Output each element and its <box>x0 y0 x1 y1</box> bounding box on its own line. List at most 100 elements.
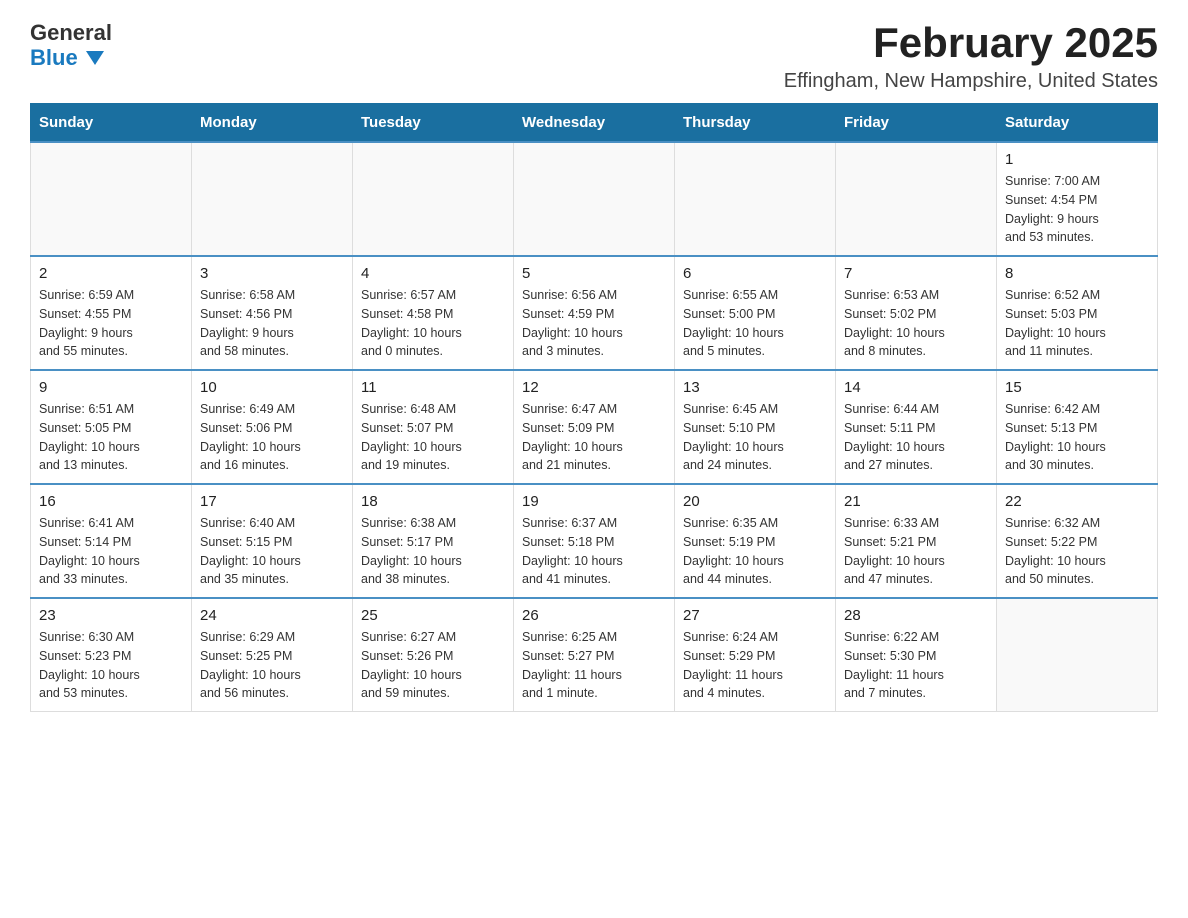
day-number: 25 <box>361 607 505 624</box>
month-title: February 2025 <box>784 20 1158 66</box>
calendar-day-cell <box>836 142 997 256</box>
calendar-week-row: 1 Sunrise: 7:00 AM Sunset: 4:54 PM Daylig… <box>31 142 1158 256</box>
day-info: Sunrise: 6:57 AM Sunset: 4:58 PM Dayligh… <box>361 286 505 361</box>
calendar-week-row: 23 Sunrise: 6:30 AM Sunset: 5:23 PM Dayli… <box>31 598 1158 712</box>
calendar-day-cell: 4 Sunrise: 6:57 AM Sunset: 4:58 PM Daylig… <box>353 256 514 370</box>
calendar-day-cell: 11 Sunrise: 6:48 AM Sunset: 5:07 PM Dayli… <box>353 370 514 484</box>
calendar-day-cell: 17Sunrise: 6:40 AM Sunset: 5:15 PM Dayli… <box>192 484 353 598</box>
calendar-day-cell: 8 Sunrise: 6:52 AM Sunset: 5:03 PM Daylig… <box>997 256 1158 370</box>
day-info: Sunrise: 6:53 AM Sunset: 5:02 PM Dayligh… <box>844 286 988 361</box>
day-info: Sunrise: 6:35 AM Sunset: 5:19 PM Dayligh… <box>683 514 827 589</box>
calendar-week-row: 2 Sunrise: 6:59 AM Sunset: 4:55 PM Daylig… <box>31 256 1158 370</box>
calendar-day-cell <box>675 142 836 256</box>
calendar-day-cell <box>353 142 514 256</box>
day-number: 3 <box>200 265 344 282</box>
logo: General Blue <box>30 20 112 71</box>
day-number: 4 <box>361 265 505 282</box>
day-of-week-header: Monday <box>192 104 353 143</box>
day-info: Sunrise: 6:49 AM Sunset: 5:06 PM Dayligh… <box>200 400 344 475</box>
day-info: Sunrise: 6:37 AM Sunset: 5:18 PM Dayligh… <box>522 514 666 589</box>
logo-blue: Blue <box>30 45 112 70</box>
day-info: Sunrise: 6:29 AM Sunset: 5:25 PM Dayligh… <box>200 628 344 703</box>
day-info: Sunrise: 6:47 AM Sunset: 5:09 PM Dayligh… <box>522 400 666 475</box>
day-info: Sunrise: 6:27 AM Sunset: 5:26 PM Dayligh… <box>361 628 505 703</box>
day-number: 7 <box>844 265 988 282</box>
day-number: 28 <box>844 607 988 624</box>
calendar-day-cell: 13 Sunrise: 6:45 AM Sunset: 5:10 PM Dayli… <box>675 370 836 484</box>
day-info: Sunrise: 6:42 AM Sunset: 5:13 PM Dayligh… <box>1005 400 1149 475</box>
day-number: 16 <box>39 493 183 510</box>
title-section: February 2025 Effingham, New Hampshire, … <box>784 20 1158 93</box>
day-info: Sunrise: 6:48 AM Sunset: 5:07 PM Dayligh… <box>361 400 505 475</box>
calendar-day-cell <box>997 598 1158 712</box>
day-number: 9 <box>39 379 183 396</box>
calendar-day-cell: 28 Sunrise: 6:22 AM Sunset: 5:30 PM Dayli… <box>836 598 997 712</box>
calendar-day-cell: 14 Sunrise: 6:44 AM Sunset: 5:11 PM Dayli… <box>836 370 997 484</box>
day-number: 12 <box>522 379 666 396</box>
day-number: 14 <box>844 379 988 396</box>
day-of-week-header: Thursday <box>675 104 836 143</box>
calendar-day-cell: 26Sunrise: 6:25 AM Sunset: 5:27 PM Dayli… <box>514 598 675 712</box>
day-number: 13 <box>683 379 827 396</box>
day-number: 18 <box>361 493 505 510</box>
day-number: 8 <box>1005 265 1149 282</box>
day-info: Sunrise: 6:59 AM Sunset: 4:55 PM Dayligh… <box>39 286 183 361</box>
calendar-day-cell: 2 Sunrise: 6:59 AM Sunset: 4:55 PM Daylig… <box>31 256 192 370</box>
calendar-day-cell: 18 Sunrise: 6:38 AM Sunset: 5:17 PM Dayli… <box>353 484 514 598</box>
day-info: Sunrise: 7:00 AM Sunset: 4:54 PM Dayligh… <box>1005 172 1149 247</box>
calendar-day-cell: 6Sunrise: 6:55 AM Sunset: 5:00 PM Daylig… <box>675 256 836 370</box>
day-number: 24 <box>200 607 344 624</box>
logo-general: General <box>30 20 112 45</box>
calendar-day-cell: 1 Sunrise: 7:00 AM Sunset: 4:54 PM Daylig… <box>997 142 1158 256</box>
day-info: Sunrise: 6:41 AM Sunset: 5:14 PM Dayligh… <box>39 514 183 589</box>
day-info: Sunrise: 6:51 AM Sunset: 5:05 PM Dayligh… <box>39 400 183 475</box>
calendar-day-cell: 5 Sunrise: 6:56 AM Sunset: 4:59 PM Daylig… <box>514 256 675 370</box>
day-info: Sunrise: 6:25 AM Sunset: 5:27 PM Dayligh… <box>522 628 666 703</box>
calendar-day-cell: 21Sunrise: 6:33 AM Sunset: 5:21 PM Dayli… <box>836 484 997 598</box>
calendar-day-cell <box>31 142 192 256</box>
day-info: Sunrise: 6:45 AM Sunset: 5:10 PM Dayligh… <box>683 400 827 475</box>
day-info: Sunrise: 6:44 AM Sunset: 5:11 PM Dayligh… <box>844 400 988 475</box>
calendar-day-cell: 23 Sunrise: 6:30 AM Sunset: 5:23 PM Dayli… <box>31 598 192 712</box>
day-info: Sunrise: 6:32 AM Sunset: 5:22 PM Dayligh… <box>1005 514 1149 589</box>
calendar-day-cell: 12 Sunrise: 6:47 AM Sunset: 5:09 PM Dayli… <box>514 370 675 484</box>
day-number: 19 <box>522 493 666 510</box>
day-info: Sunrise: 6:30 AM Sunset: 5:23 PM Dayligh… <box>39 628 183 703</box>
day-number: 1 <box>1005 151 1149 168</box>
day-number: 10 <box>200 379 344 396</box>
calendar-week-row: 16 Sunrise: 6:41 AM Sunset: 5:14 PM Dayli… <box>31 484 1158 598</box>
calendar-day-cell: 3 Sunrise: 6:58 AM Sunset: 4:56 PM Daylig… <box>192 256 353 370</box>
calendar-day-cell: 9 Sunrise: 6:51 AM Sunset: 5:05 PM Daylig… <box>31 370 192 484</box>
location: Effingham, New Hampshire, United States <box>784 70 1158 93</box>
calendar-table: SundayMondayTuesdayWednesdayThursdayFrid… <box>30 103 1158 712</box>
day-of-week-header: Sunday <box>31 104 192 143</box>
calendar-day-cell: 24 Sunrise: 6:29 AM Sunset: 5:25 PM Dayli… <box>192 598 353 712</box>
calendar-day-cell: 19 Sunrise: 6:37 AM Sunset: 5:18 PM Dayli… <box>514 484 675 598</box>
day-number: 23 <box>39 607 183 624</box>
calendar-day-cell <box>514 142 675 256</box>
day-info: Sunrise: 6:52 AM Sunset: 5:03 PM Dayligh… <box>1005 286 1149 361</box>
day-info: Sunrise: 6:38 AM Sunset: 5:17 PM Dayligh… <box>361 514 505 589</box>
day-of-week-header: Tuesday <box>353 104 514 143</box>
day-info: Sunrise: 6:22 AM Sunset: 5:30 PM Dayligh… <box>844 628 988 703</box>
calendar-day-cell: 25 Sunrise: 6:27 AM Sunset: 5:26 PM Dayli… <box>353 598 514 712</box>
day-info: Sunrise: 6:58 AM Sunset: 4:56 PM Dayligh… <box>200 286 344 361</box>
page-header: General Blue February 2025 Effingham, Ne… <box>30 20 1158 93</box>
day-number: 15 <box>1005 379 1149 396</box>
day-number: 5 <box>522 265 666 282</box>
day-info: Sunrise: 6:40 AM Sunset: 5:15 PM Dayligh… <box>200 514 344 589</box>
calendar-day-cell: 10 Sunrise: 6:49 AM Sunset: 5:06 PM Dayli… <box>192 370 353 484</box>
day-of-week-header: Wednesday <box>514 104 675 143</box>
day-number: 21 <box>844 493 988 510</box>
day-of-week-header: Saturday <box>997 104 1158 143</box>
day-number: 2 <box>39 265 183 282</box>
calendar-day-cell: 7 Sunrise: 6:53 AM Sunset: 5:02 PM Daylig… <box>836 256 997 370</box>
logo-triangle-icon <box>86 51 104 65</box>
calendar-day-cell: 15 Sunrise: 6:42 AM Sunset: 5:13 PM Dayli… <box>997 370 1158 484</box>
day-info: Sunrise: 6:56 AM Sunset: 4:59 PM Dayligh… <box>522 286 666 361</box>
day-number: 27 <box>683 607 827 624</box>
calendar-day-cell: 20Sunrise: 6:35 AM Sunset: 5:19 PM Dayli… <box>675 484 836 598</box>
day-number: 11 <box>361 379 505 396</box>
calendar-day-cell <box>192 142 353 256</box>
calendar-day-cell: 16 Sunrise: 6:41 AM Sunset: 5:14 PM Dayli… <box>31 484 192 598</box>
